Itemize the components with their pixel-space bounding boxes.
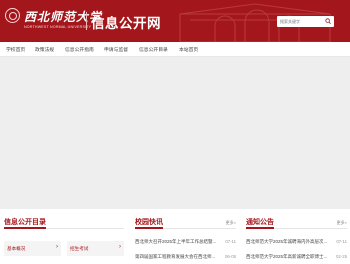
chevron-right-icon: › bbox=[56, 244, 58, 250]
news-title[interactable]: 西北师大召开2025年上半年工作总结暨... bbox=[135, 239, 217, 245]
search-box bbox=[277, 16, 334, 27]
directory-header: 信息公开目录 bbox=[4, 217, 124, 229]
notice-date: 02-25 bbox=[336, 254, 347, 259]
notices-title: 通知公告 bbox=[246, 219, 274, 226]
notice-date: 07-11 bbox=[336, 239, 347, 244]
nav-item-school-home[interactable]: 学校首页 bbox=[6, 46, 25, 53]
nav-item-disclosure-guide[interactable]: 信息公开指南 bbox=[65, 46, 94, 53]
category-basic-info[interactable]: 基本概况 › bbox=[4, 241, 61, 256]
news-title[interactable]: 第四届国家工程教育发展大会在西北师... bbox=[135, 254, 217, 260]
title-underline bbox=[135, 227, 163, 229]
main-nav: 学校首页 政策法规 信息公开指南 申请与监督 信息公开目录 本站首页 bbox=[0, 42, 350, 57]
university-emblem-icon[interactable] bbox=[5, 8, 20, 23]
directory-section: 信息公开目录 基本概况 › 招生考试 › bbox=[4, 217, 124, 256]
banner-area bbox=[0, 57, 350, 209]
news-item[interactable]: 西北师大召开2025年上半年工作总结暨... 07-11 bbox=[135, 239, 236, 249]
notices-header: 通知公告 更多> bbox=[246, 217, 347, 229]
campus-news-header: 校园快讯 更多> bbox=[135, 217, 236, 229]
directory-title: 信息公开目录 bbox=[4, 219, 46, 226]
news-date: 07-11 bbox=[225, 239, 236, 244]
notices-more-link[interactable]: 更多> bbox=[337, 220, 347, 226]
news-date: 06-05 bbox=[225, 254, 236, 259]
search-icon[interactable] bbox=[325, 18, 331, 25]
campus-news-title: 校园快讯 bbox=[135, 219, 163, 226]
title-underline bbox=[246, 227, 274, 229]
notice-item[interactable]: 西北师范大学2025年诚聘海内外高层次... 07-11 bbox=[246, 239, 347, 249]
university-name-en: NORTHWEST NORMAL UNIVERSITY bbox=[24, 25, 92, 29]
category-admissions[interactable]: 招生考试 › bbox=[67, 241, 124, 256]
title-underline bbox=[4, 227, 46, 229]
notice-title[interactable]: 西北师范大学2025年高新诚聘全职博士... bbox=[246, 254, 328, 260]
nav-item-policies[interactable]: 政策法规 bbox=[35, 46, 54, 53]
search-input[interactable] bbox=[280, 16, 322, 27]
nav-item-application[interactable]: 申请与监督 bbox=[104, 46, 128, 53]
campus-news-section: 校园快讯 更多> 西北师大召开2025年上半年工作总结暨... 07-11 第四… bbox=[135, 217, 236, 259]
notice-title[interactable]: 西北师范大学2025年诚聘海内外高层次... bbox=[246, 239, 328, 245]
site-title: 信息公开网 bbox=[91, 16, 161, 31]
logo-divider bbox=[86, 12, 87, 30]
campus-news-more-link[interactable]: 更多> bbox=[226, 220, 236, 226]
chevron-right-icon: › bbox=[119, 244, 121, 250]
nav-item-site-home[interactable]: 本站首页 bbox=[179, 46, 198, 53]
nav-item-disclosure-directory[interactable]: 信息公开目录 bbox=[139, 46, 168, 53]
notices-section: 通知公告 更多> 西北师范大学2025年诚聘海内外高层次... 07-11 西北… bbox=[246, 217, 347, 259]
category-label: 基本概况 bbox=[7, 246, 26, 251]
site-header: 西北师范大学 NORTHWEST NORMAL UNIVERSITY 信息公开网 bbox=[0, 0, 350, 42]
category-label: 招生考试 bbox=[70, 246, 89, 251]
